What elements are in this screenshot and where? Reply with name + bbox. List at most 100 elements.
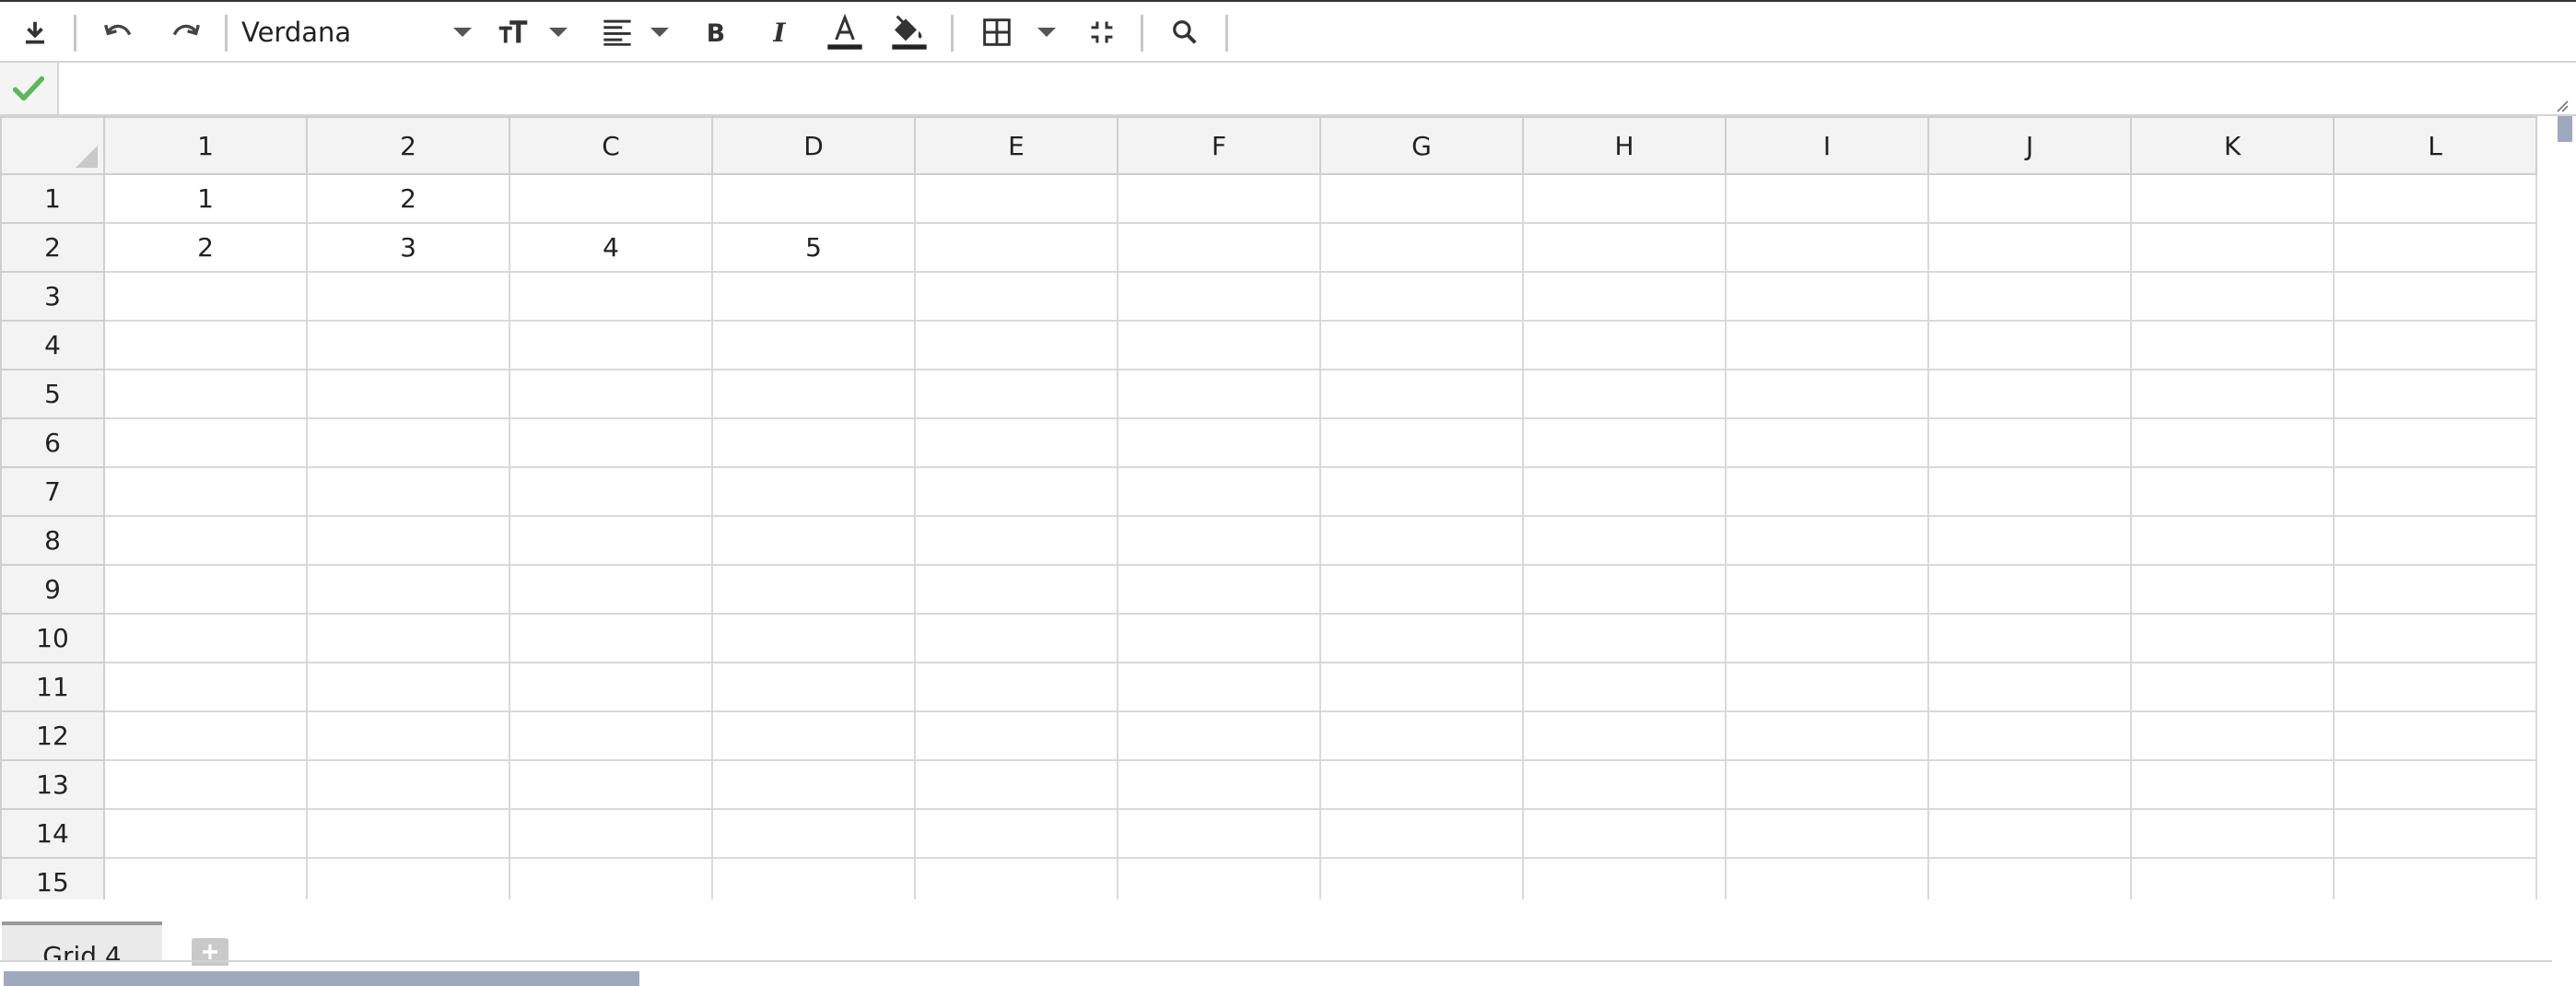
cell[interactable] — [711, 173, 916, 224]
cell[interactable] — [1319, 613, 1524, 663]
formula-input[interactable] — [59, 63, 2547, 114]
cell[interactable] — [1725, 173, 1929, 224]
cell[interactable] — [1319, 857, 1524, 899]
cell[interactable] — [1725, 857, 1929, 899]
cell[interactable] — [2130, 417, 2335, 468]
cell[interactable] — [1927, 320, 2132, 370]
cell[interactable] — [103, 710, 308, 761]
align-button[interactable] — [603, 9, 669, 55]
cell[interactable] — [2333, 466, 2537, 517]
font-size-button[interactable] — [498, 9, 568, 55]
cell[interactable] — [1319, 271, 1524, 322]
cell[interactable] — [1117, 710, 1321, 761]
italic-button[interactable]: I — [765, 9, 796, 55]
cell[interactable] — [914, 808, 1118, 859]
cell[interactable] — [1927, 857, 2132, 899]
row-header[interactable]: 12 — [0, 710, 105, 761]
cell[interactable] — [1725, 369, 1929, 419]
cell[interactable] — [1522, 369, 1727, 419]
cell[interactable] — [1319, 808, 1524, 859]
cell[interactable] — [103, 417, 308, 468]
cell[interactable] — [914, 369, 1118, 419]
row-header[interactable]: 6 — [0, 417, 105, 468]
cell[interactable] — [711, 808, 916, 859]
cell[interactable] — [914, 564, 1118, 615]
download-button[interactable] — [17, 9, 53, 55]
column-header[interactable]: H — [1522, 116, 1727, 175]
cell[interactable] — [711, 710, 916, 761]
cell[interactable] — [306, 466, 510, 517]
cell[interactable] — [1522, 613, 1727, 663]
cell[interactable] — [1117, 808, 1321, 859]
cell[interactable] — [1522, 710, 1727, 761]
cell[interactable] — [103, 369, 308, 419]
cell[interactable] — [1117, 466, 1321, 517]
cell[interactable]: 5 — [711, 222, 916, 273]
cell[interactable] — [1522, 662, 1727, 712]
cell[interactable] — [103, 857, 308, 899]
fill-color-button[interactable] — [890, 9, 929, 55]
row-header[interactable]: 14 — [0, 808, 105, 859]
cell[interactable] — [1117, 662, 1321, 712]
cell[interactable] — [711, 759, 916, 810]
cell[interactable] — [306, 515, 510, 566]
column-header[interactable]: C — [509, 116, 713, 175]
cell[interactable] — [509, 759, 713, 810]
cell[interactable] — [1725, 417, 1929, 468]
cell[interactable] — [1927, 759, 2132, 810]
redo-button[interactable] — [166, 9, 205, 55]
cell[interactable] — [509, 417, 713, 468]
cell[interactable] — [914, 515, 1118, 566]
cell[interactable] — [711, 417, 916, 468]
row-header[interactable]: 10 — [0, 613, 105, 663]
cell[interactable] — [509, 613, 713, 663]
column-header[interactable]: 1 — [103, 116, 308, 175]
row-header[interactable]: 2 — [0, 222, 105, 273]
cell[interactable] — [2333, 173, 2537, 224]
cell[interactable] — [1319, 369, 1524, 419]
column-header[interactable]: L — [2333, 116, 2537, 175]
cell[interactable] — [1522, 173, 1727, 224]
cell[interactable] — [1522, 466, 1727, 517]
cell[interactable] — [2130, 173, 2335, 224]
cell[interactable] — [711, 369, 916, 419]
cell[interactable] — [1725, 710, 1929, 761]
cell[interactable] — [1522, 808, 1727, 859]
cell[interactable] — [1927, 369, 2132, 419]
cell[interactable] — [2333, 613, 2537, 663]
cell[interactable] — [2130, 466, 2335, 517]
cell[interactable] — [509, 271, 713, 322]
cell[interactable] — [1117, 613, 1321, 663]
row-header[interactable]: 3 — [0, 271, 105, 322]
cell[interactable] — [1725, 564, 1929, 615]
cell[interactable] — [2130, 222, 2335, 273]
cell[interactable] — [1927, 710, 2132, 761]
cell[interactable] — [2130, 759, 2335, 810]
bold-button[interactable]: B — [700, 9, 732, 55]
vertical-scroll-thumb[interactable] — [2558, 116, 2572, 142]
cell[interactable] — [1725, 515, 1929, 566]
cell[interactable] — [306, 710, 510, 761]
cell[interactable] — [2333, 417, 2537, 468]
search-button[interactable] — [1166, 9, 1203, 55]
cell[interactable] — [103, 320, 308, 370]
cell[interactable] — [914, 271, 1118, 322]
cell[interactable] — [1117, 369, 1321, 419]
cell[interactable] — [2130, 613, 2335, 663]
row-header[interactable]: 9 — [0, 564, 105, 615]
cell[interactable] — [1319, 564, 1524, 615]
select-all-corner[interactable] — [0, 116, 105, 175]
cell[interactable] — [1522, 320, 1727, 370]
cell[interactable] — [711, 662, 916, 712]
cell[interactable] — [1725, 808, 1929, 859]
cell[interactable] — [1117, 173, 1321, 224]
cell[interactable] — [2333, 710, 2537, 761]
column-header[interactable]: D — [711, 116, 916, 175]
cell[interactable] — [103, 564, 308, 615]
undo-button[interactable] — [100, 9, 138, 55]
column-header[interactable]: K — [2130, 116, 2335, 175]
cell[interactable] — [1117, 515, 1321, 566]
cell[interactable] — [711, 515, 916, 566]
cell[interactable] — [103, 466, 308, 517]
cell[interactable] — [914, 222, 1118, 273]
